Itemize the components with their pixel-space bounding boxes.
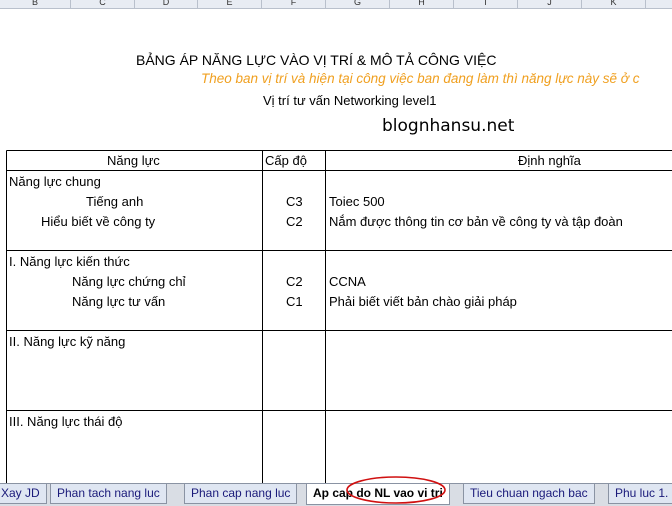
table-grid [6, 150, 672, 483]
header-definition: Định nghĩa [518, 153, 581, 168]
competency-name: Năng lực tư vấn [72, 294, 166, 309]
competency-name: Hiểu biết về công ty [41, 214, 156, 229]
competency-definition: CCNA [329, 274, 366, 289]
section-title-attitude: III. Năng lực thái độ [9, 414, 123, 429]
sheet-tab-bar: Xay JD Phan tach nang luc Phan cap nang … [0, 483, 672, 506]
header-level: Cấp độ [265, 153, 307, 168]
competency-level: C2 [286, 274, 303, 289]
sheet-tab-phan-cap-nang-luc[interactable]: Phan cap nang luc [184, 484, 298, 504]
section-title-knowledge: I. Năng lực kiến thức [9, 254, 130, 269]
sheet-tab-tieu-chuan-ngach-bac[interactable]: Tieu chuan ngach bac [463, 484, 595, 504]
header-competency: Năng lực [107, 153, 160, 168]
competency-definition: Phải biết viết bản chào giải pháp [329, 294, 517, 309]
competency-name: Tiếng anh [86, 194, 144, 209]
competency-level: C1 [286, 294, 303, 309]
competency-name: Năng lực chứng chỉ [72, 274, 186, 289]
competency-definition: Nắm được thông tin cơ bản về công ty và … [329, 214, 623, 229]
competency-definition: Toiec 500 [329, 194, 385, 209]
sheet-tab-phan-tach-nang-luc[interactable]: Phan tach nang luc [50, 484, 167, 504]
section-title-skills: II. Năng lực kỹ năng [9, 334, 126, 349]
competency-level: C2 [286, 214, 303, 229]
competency-level: C3 [286, 194, 303, 209]
annotation-circle [346, 476, 446, 504]
sheet-tab-xay-jd[interactable]: Xay JD [0, 484, 47, 504]
section-title-general: Năng lực chung [9, 174, 101, 189]
sheet-tab-phu-luc[interactable]: Phu luc 1. [608, 484, 672, 504]
